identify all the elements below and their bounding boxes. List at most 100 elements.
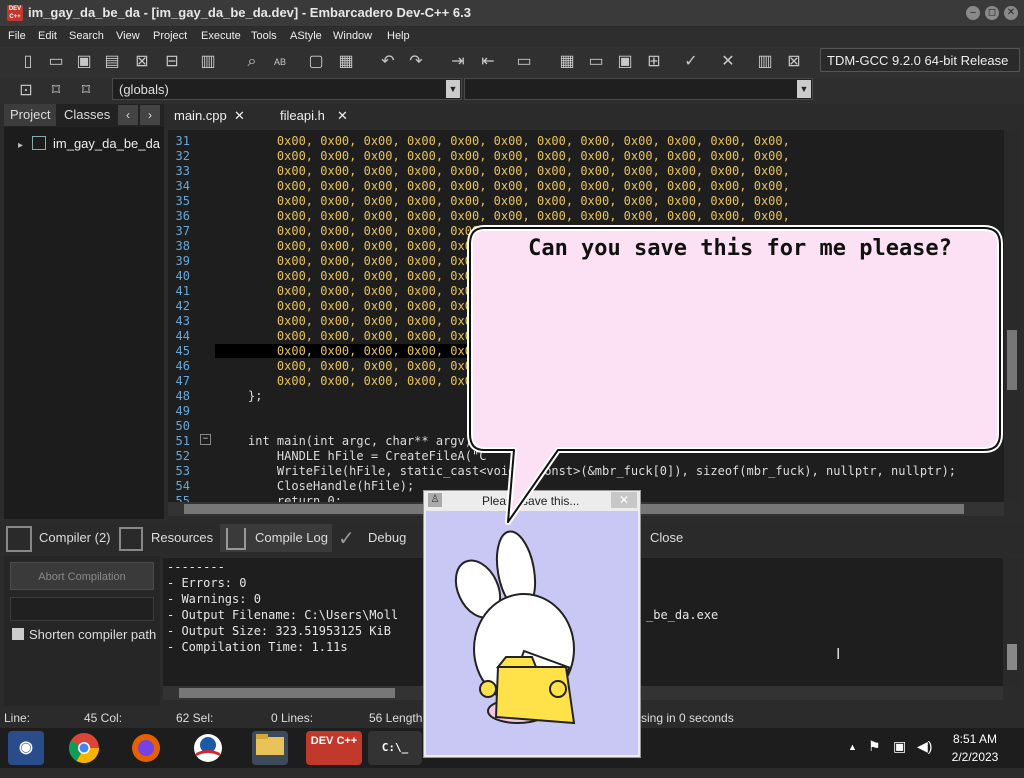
goto-line-icon[interactable]: ▢ (304, 50, 328, 74)
firefox-icon[interactable] (128, 731, 164, 765)
close-window-button[interactable]: ✕ (1004, 6, 1018, 20)
log-line: - Errors: 0 (167, 576, 247, 590)
indent-icon[interactable]: ⇥ (446, 50, 470, 74)
stop-execution-icon[interactable]: ✕ (716, 50, 740, 74)
compile-icon[interactable]: ▦ (555, 50, 579, 74)
menu-file[interactable]: File (8, 30, 26, 42)
menu-window[interactable]: Window (333, 30, 372, 42)
project-tree-item[interactable]: im_gay_da_be_da (53, 136, 160, 151)
tab-compile-log[interactable]: Compile Log (255, 530, 328, 545)
code-line: }; (248, 389, 263, 403)
tab-project[interactable]: Project (4, 104, 57, 126)
undo-icon[interactable]: ↶ (376, 50, 400, 74)
start-button-icon[interactable]: ◉ (8, 731, 44, 765)
close-all-icon[interactable]: ⊟ (160, 50, 184, 74)
fold-toggle-icon[interactable]: − (200, 434, 211, 445)
find-icon[interactable]: ⌕ (240, 50, 264, 74)
save-icon[interactable]: ▣ (72, 50, 96, 74)
editor-vertical-scrollbar[interactable] (1004, 130, 1020, 502)
menu-help[interactable]: Help (387, 30, 410, 42)
window-title: im_gay_da_be_da - [im_gay_da_be_da.dev] … (28, 5, 471, 20)
file-explorer-icon[interactable] (252, 731, 288, 765)
close-tab-icon[interactable]: ✕ (234, 106, 245, 126)
devcpp-taskbar-icon[interactable]: DEV C++ (306, 731, 362, 765)
clock-time[interactable]: 8:51 AM (940, 732, 1010, 746)
bookmark-icon[interactable]: ⌑ (44, 79, 68, 103)
menu-execute[interactable]: Execute (201, 30, 241, 42)
log-vertical-scrollbar[interactable] (1004, 558, 1020, 686)
line-number: 39 (175, 254, 190, 268)
network-icon[interactable]: ▣ (893, 738, 906, 755)
code-line: 0x00, 0x00, 0x00, 0x00, 0x00, 0x00, 0x00… (248, 194, 790, 208)
resources-icon (119, 527, 143, 551)
new-file-icon[interactable]: ▯ (16, 50, 40, 74)
tab-fileapi-h[interactable]: fileapi.h (280, 106, 325, 126)
flag-icon[interactable]: ⚑ (868, 738, 881, 755)
code-line: 0x00, 0x00, 0x00, 0x00, 0x00 (248, 254, 480, 268)
tab-main-cpp[interactable]: main.cpp (174, 106, 227, 126)
tab-close[interactable]: Close (650, 530, 683, 545)
line-number: 51 (175, 434, 190, 448)
unindent-icon[interactable]: ⇤ (476, 50, 500, 74)
tab-resources[interactable]: Resources (151, 530, 213, 545)
rebuild-icon[interactable]: ⊞ (642, 50, 666, 74)
abort-compilation-button[interactable]: Abort Compilation (10, 562, 154, 590)
console-icon[interactable]: C:\_ (368, 731, 422, 765)
obama-logo-icon[interactable] (190, 731, 226, 765)
compiler-select[interactable]: TDM-GCC 9.2.0 64-bit Release (820, 48, 1020, 72)
replace-icon[interactable]: AB (268, 50, 292, 74)
menu-edit[interactable]: Edit (38, 30, 57, 42)
scope-combo[interactable]: (globals) ▼ (112, 78, 462, 100)
chevron-left-icon[interactable]: ‹ (118, 105, 138, 125)
comment-icon[interactable]: ▭ (512, 50, 536, 74)
save-all-icon[interactable]: ▤ (100, 50, 124, 74)
shorten-path-checkbox[interactable] (12, 628, 24, 640)
print-icon[interactable]: ▥ (196, 50, 220, 74)
close-tab-icon[interactable]: ✕ (337, 106, 348, 126)
menu-tools[interactable]: Tools (251, 30, 277, 42)
menu-astyle[interactable]: AStyle (290, 30, 322, 42)
code-line: 0x00, 0x00, 0x00, 0x00, 0x00, 0x00, 0x00… (248, 164, 790, 178)
menu-view[interactable]: View (116, 30, 140, 42)
insert-icon[interactable]: ⊡ (14, 79, 38, 103)
line-number: 34 (175, 179, 190, 193)
minimize-button[interactable]: – (966, 6, 980, 20)
log-line: -------- (167, 560, 225, 574)
maximize-button[interactable]: ◻ (985, 6, 999, 20)
shorten-path-label: Shorten compiler path (29, 627, 157, 642)
line-number: 44 (175, 329, 190, 343)
compile-progress-bar (10, 597, 154, 621)
chrome-icon[interactable] (66, 731, 102, 765)
tab-compiler[interactable]: Compiler (2) (39, 530, 111, 545)
line-number: 42 (175, 299, 190, 313)
tray-chevron-icon[interactable]: ▲ (848, 742, 857, 752)
tab-classes[interactable]: Classes (58, 104, 116, 126)
menu-project[interactable]: Project (153, 30, 187, 42)
chevron-right-icon[interactable]: › (140, 105, 160, 125)
toggle-panel-icon[interactable]: ▦ (334, 50, 358, 74)
clock-date[interactable]: 2/2/2023 (940, 750, 1010, 764)
compile-run-icon[interactable]: ▣ (613, 50, 637, 74)
volume-icon[interactable]: ◀) (917, 738, 932, 755)
code-line: int main(int argc, char** argv) { (248, 434, 487, 448)
open-file-icon[interactable]: ▭ (44, 50, 68, 74)
line-number: 47 (175, 374, 190, 388)
popup-app-icon: ♙ (428, 493, 442, 507)
redo-icon[interactable]: ↷ (404, 50, 428, 74)
menu-search[interactable]: Search (69, 30, 104, 42)
delete-profile-icon[interactable]: ⊠ (782, 50, 806, 74)
code-line: 0x00, 0x00, 0x00, 0x00, 0x00 (248, 269, 480, 283)
line-number: 48 (175, 389, 190, 403)
devcpp-logo-icon: DEV C++ (7, 5, 23, 21)
code-line: 0x00, 0x00, 0x00, 0x00, 0x00 (248, 239, 480, 253)
profile-icon[interactable]: ▥ (753, 50, 777, 74)
run-icon[interactable]: ▭ (584, 50, 608, 74)
goto-bookmark-icon[interactable]: ⌑ (74, 79, 98, 103)
code-line: 0x00, 0x00, 0x00, 0x00, 0x00 (248, 314, 480, 328)
tab-debug[interactable]: Debug (368, 530, 406, 545)
function-combo[interactable]: ▼ (464, 78, 813, 100)
close-file-icon[interactable]: ⊠ (130, 50, 154, 74)
check-syntax-icon[interactable]: ✓ (679, 50, 703, 74)
log-line: - Output Size: 323.51953125 KiB (167, 624, 391, 638)
expand-icon[interactable]: ▸ (18, 140, 23, 151)
